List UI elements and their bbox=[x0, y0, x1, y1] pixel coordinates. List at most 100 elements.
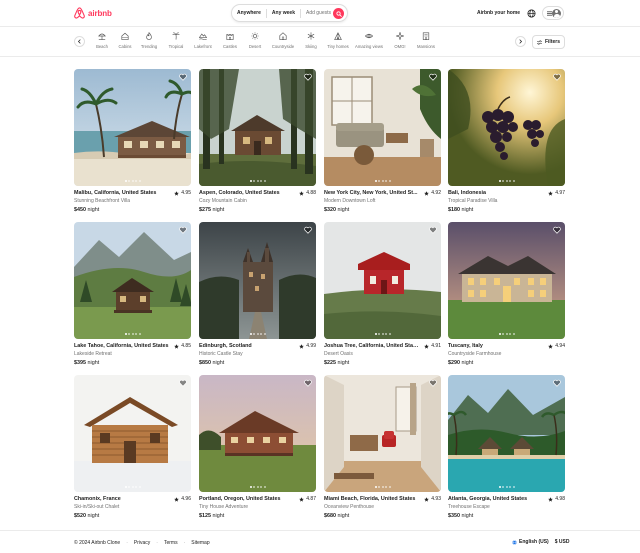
listing-photo[interactable] bbox=[324, 375, 441, 492]
listing-rating: 4.88 bbox=[299, 190, 316, 196]
heart-icon[interactable] bbox=[429, 226, 437, 234]
listing-card[interactable]: Tuscany, Italy 4.94 Countryside Farmhous… bbox=[448, 222, 565, 370]
listing-photo[interactable] bbox=[448, 222, 565, 339]
search-button[interactable] bbox=[333, 8, 344, 19]
listing-card[interactable]: Chamonix, France 4.96 Ski-in/Ski-out Cha… bbox=[74, 375, 191, 523]
category-amazing-views[interactable]: Amazing views bbox=[355, 31, 383, 53]
top-header: airbnb Anywhere Any week Add guests Airb… bbox=[0, 0, 640, 27]
listing-photo[interactable] bbox=[199, 222, 316, 339]
heart-icon[interactable] bbox=[179, 73, 187, 81]
filters-button[interactable]: Filters bbox=[532, 35, 565, 49]
price-amount: $680 bbox=[324, 513, 336, 519]
category-castles[interactable]: Castles bbox=[219, 31, 241, 53]
category-omg[interactable]: OMG! bbox=[389, 31, 411, 53]
rating-value: 4.95 bbox=[181, 190, 191, 196]
listing-price: $290 night bbox=[448, 360, 473, 366]
price-unit: night bbox=[212, 360, 225, 366]
heart-icon[interactable] bbox=[179, 379, 187, 387]
listing-card[interactable]: Atlanta, Georgia, United States 4.98 Tre… bbox=[448, 375, 565, 523]
category-skiing[interactable]: Skiing bbox=[300, 31, 322, 53]
heart-icon[interactable] bbox=[304, 73, 312, 81]
listing-title: Desert Oasis bbox=[324, 351, 353, 357]
listing-photo[interactable] bbox=[199, 375, 316, 492]
listing-card[interactable]: Aspen, Colorado, United States 4.88 Cozy… bbox=[199, 69, 316, 217]
listing-photo[interactable] bbox=[74, 69, 191, 186]
photo-pager-dots bbox=[249, 180, 266, 182]
category-tropical[interactable]: Tropical bbox=[165, 31, 187, 53]
listing-card[interactable]: Bali, Indonesia 4.97 Tropical Paradise V… bbox=[448, 69, 565, 217]
listing-photo-interior bbox=[324, 375, 441, 492]
category-lakefront[interactable]: Lakefront bbox=[192, 31, 214, 53]
category-mansions[interactable]: Mansions bbox=[415, 31, 437, 53]
heart-icon[interactable] bbox=[553, 226, 561, 234]
category-desert[interactable]: Desert bbox=[244, 31, 266, 53]
listing-photo-pool bbox=[448, 375, 565, 492]
footer-link-terms[interactable]: Terms bbox=[164, 540, 178, 546]
footer-links: © 2024 Airbnb Clone · Privacy · Terms · … bbox=[74, 540, 210, 546]
listing-card[interactable]: Portland, Oregon, United States 4.87 Tin… bbox=[199, 375, 316, 523]
heart-icon[interactable] bbox=[179, 226, 187, 234]
airbnb-logo-icon bbox=[74, 7, 85, 19]
category-scroll-left-button[interactable] bbox=[74, 36, 85, 47]
listing-photo-forest-cabin bbox=[199, 69, 316, 186]
listing-location: Edinburgh, Scotland bbox=[199, 343, 252, 349]
rating-value: 4.96 bbox=[181, 496, 191, 502]
listing-title: Historic Castle Stay bbox=[199, 351, 243, 357]
star-icon bbox=[548, 343, 554, 349]
rating-value: 4.97 bbox=[555, 190, 565, 196]
heart-icon[interactable] bbox=[429, 73, 437, 81]
listing-photo[interactable] bbox=[448, 375, 565, 492]
host-link[interactable]: Airbnb your home bbox=[477, 10, 520, 16]
profile-menu-button[interactable] bbox=[542, 6, 564, 20]
heart-icon[interactable] bbox=[304, 226, 312, 234]
listing-card[interactable]: Malibu, California, United States 4.95 S… bbox=[74, 69, 191, 217]
globe-icon[interactable] bbox=[527, 9, 536, 18]
listing-photo[interactable] bbox=[74, 222, 191, 339]
category-scroll-right-button[interactable] bbox=[515, 36, 526, 47]
footer-separator: · bbox=[126, 540, 128, 546]
listing-photo[interactable] bbox=[324, 69, 441, 186]
heart-icon[interactable] bbox=[304, 379, 312, 387]
star-icon bbox=[299, 343, 305, 349]
search-when[interactable]: Any week bbox=[267, 4, 300, 22]
heart-icon[interactable] bbox=[429, 379, 437, 387]
star-icon bbox=[424, 343, 430, 349]
filters-label: Filters bbox=[544, 39, 560, 45]
category-trending[interactable]: Trending bbox=[138, 31, 160, 53]
category-cabins[interactable]: Cabins bbox=[114, 31, 136, 53]
category-beach[interactable]: Beach bbox=[91, 31, 113, 53]
heart-icon[interactable] bbox=[553, 73, 561, 81]
price-amount: $395 bbox=[74, 360, 86, 366]
listing-photo[interactable] bbox=[448, 69, 565, 186]
footer-link-privacy[interactable]: Privacy bbox=[134, 540, 150, 546]
listing-photo[interactable] bbox=[199, 69, 316, 186]
listing-card[interactable]: New York City, New York, United St... 4.… bbox=[324, 69, 441, 217]
currency-selector[interactable]: $ USD bbox=[555, 539, 570, 545]
search-where[interactable]: Anywhere bbox=[232, 4, 266, 22]
listing-title: Tiny House Adventure bbox=[199, 504, 249, 510]
listing-price: $180 night bbox=[448, 207, 473, 213]
photo-pager-dots bbox=[498, 333, 515, 335]
category-countryside[interactable]: Countryside bbox=[272, 31, 294, 53]
listing-card[interactable]: Edinburgh, Scotland 4.99 Historic Castle… bbox=[199, 222, 316, 370]
category-label: Mansions bbox=[417, 44, 435, 49]
listing-card[interactable]: Lake Tahoe, California, United States 4.… bbox=[74, 222, 191, 370]
category-label: Desert bbox=[248, 44, 262, 49]
footer-link-sitemap[interactable]: Sitemap bbox=[191, 540, 209, 546]
star-icon bbox=[424, 190, 430, 196]
lake-icon bbox=[199, 33, 207, 40]
listing-location: Miami Beach, Florida, United States bbox=[324, 496, 416, 502]
mansion-icon bbox=[422, 32, 430, 40]
search-bar[interactable]: Anywhere Any week Add guests bbox=[231, 4, 348, 22]
listing-photo[interactable] bbox=[324, 222, 441, 339]
listing-price: $850 night bbox=[199, 360, 224, 366]
listing-card[interactable]: Joshua Tree, California, United States 4… bbox=[324, 222, 441, 370]
listing-photo[interactable] bbox=[74, 375, 191, 492]
language-selector[interactable]: English (US) bbox=[512, 539, 549, 545]
search-guests[interactable]: Add guests bbox=[301, 4, 336, 22]
listing-card[interactable]: Miami Beach, Florida, United States 4.93… bbox=[324, 375, 441, 523]
category-tiny-homes[interactable]: Tiny homes bbox=[327, 31, 349, 53]
brand-logo[interactable]: airbnb bbox=[74, 7, 112, 19]
heart-icon[interactable] bbox=[553, 379, 561, 387]
eye-icon bbox=[365, 33, 373, 39]
